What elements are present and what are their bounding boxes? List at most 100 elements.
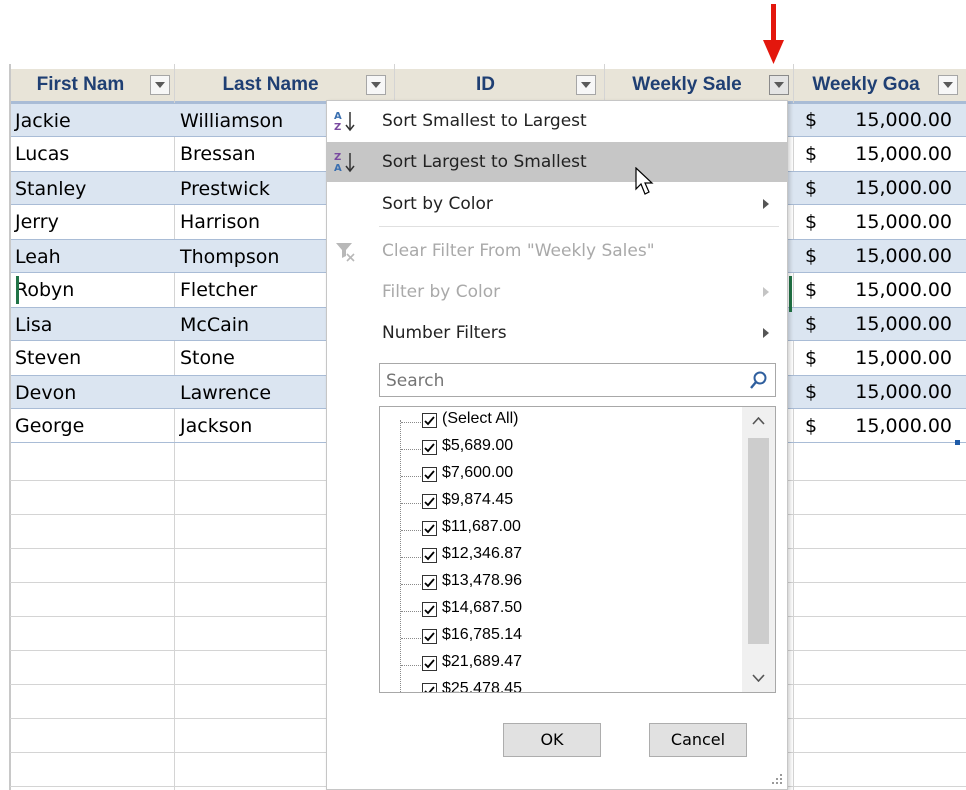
checkbox-checked[interactable] (422, 467, 437, 482)
list-item[interactable]: $21,689.47 (380, 652, 740, 679)
list-item[interactable]: $7,600.00 (380, 463, 740, 490)
checkbox-checked[interactable] (422, 656, 437, 671)
first-name-cell[interactable]: Jerry (15, 205, 59, 239)
list-item[interactable]: $12,346.87 (380, 544, 740, 571)
first-name-cell[interactable]: Lucas (15, 137, 69, 171)
clear-filter-item[interactable]: Clear Filter From "Weekly Sales" (327, 231, 787, 271)
checkbox-checked[interactable] (422, 521, 437, 536)
filter-dropdown-button[interactable] (576, 75, 596, 95)
checkbox-checked[interactable] (422, 440, 437, 455)
list-item-label: $7,600.00 (442, 464, 514, 481)
last-name-cell[interactable]: Harrison (180, 205, 260, 239)
header-weekly-sales[interactable]: Weekly Sale (605, 69, 793, 103)
filter-value-list[interactable]: (Select All) $5,689.00 $7,600.00 $9,874.… (379, 406, 776, 693)
menu-item-label: Sort Largest to Smallest (382, 152, 587, 172)
scrollbar-thumb[interactable] (748, 438, 769, 644)
weekly-goal-cell[interactable]: 15,000.00 (820, 347, 952, 369)
tree-line (401, 557, 421, 558)
clear-filter-icon (336, 243, 355, 262)
currency-symbol: $ (805, 245, 818, 267)
list-item[interactable]: $9,874.45 (380, 490, 740, 517)
header-id[interactable]: ID (395, 69, 604, 103)
last-name-cell[interactable]: Jackson (180, 409, 252, 443)
list-item[interactable]: $25,478.45 (380, 679, 740, 692)
cancel-button[interactable]: Cancel (649, 723, 747, 757)
weekly-goal-cell[interactable]: 15,000.00 (820, 279, 952, 301)
filter-dropdown-button[interactable] (150, 75, 170, 95)
weekly-goal-cell[interactable]: 15,000.00 (820, 109, 952, 131)
weekly-goal-cell[interactable]: 15,000.00 (820, 415, 952, 437)
last-name-cell[interactable]: Stone (180, 341, 235, 375)
list-item[interactable]: $14,687.50 (380, 598, 740, 625)
header-label: ID (476, 74, 495, 95)
last-name-cell[interactable]: McCain (180, 308, 249, 342)
last-name-cell[interactable]: Prestwick (180, 172, 270, 206)
list-scrollbar[interactable] (742, 407, 775, 692)
header-label: First Nam (36, 74, 125, 95)
checkmark-icon (424, 578, 435, 588)
checkmark-icon (424, 632, 435, 642)
weekly-goal-cell[interactable]: 15,000.00 (820, 245, 952, 267)
list-item-label: $13,478.96 (442, 572, 523, 589)
list-item[interactable]: $13,478.96 (380, 571, 740, 598)
checkbox-checked[interactable] (422, 602, 437, 617)
sort-by-color-item[interactable]: Sort by Color (327, 184, 787, 224)
first-name-cell[interactable]: Lisa (15, 308, 52, 342)
weekly-goal-cell[interactable]: 15,000.00 (820, 143, 952, 165)
sort-descending-item[interactable]: Z A Sort Largest to Smallest (327, 142, 787, 195)
number-filters-item[interactable]: Number Filters (327, 313, 787, 353)
scroll-up-icon[interactable] (752, 417, 765, 425)
dropdown-arrow-icon (943, 82, 953, 88)
filter-by-color-item[interactable]: Filter by Color (327, 272, 787, 312)
header-weekly-goal[interactable]: Weekly Goa (794, 69, 966, 103)
search-box[interactable] (379, 363, 776, 397)
weekly-goal-cell[interactable]: 15,000.00 (820, 381, 952, 403)
last-name-cell[interactable]: Fletcher (180, 273, 257, 307)
currency-symbol: $ (805, 211, 818, 233)
first-name-cell[interactable]: Devon (15, 376, 76, 410)
ok-button[interactable]: OK (503, 723, 601, 757)
svg-text:A: A (334, 111, 342, 122)
last-name-cell[interactable]: Lawrence (180, 376, 271, 410)
resize-grip-icon[interactable] (771, 773, 783, 785)
list-item-label: (Select All) (442, 410, 519, 427)
search-input[interactable] (384, 368, 738, 394)
checkbox-checked[interactable] (422, 683, 437, 692)
weekly-goal-cell[interactable]: 15,000.00 (820, 313, 952, 335)
first-name-cell[interactable]: Steven (15, 341, 81, 375)
header-first-name[interactable]: First Nam (11, 69, 174, 103)
tree-line (401, 638, 421, 639)
currency-symbol: $ (805, 109, 818, 131)
filter-dropdown-button[interactable] (366, 75, 386, 95)
last-name-cell[interactable]: Williamson (180, 104, 283, 138)
list-item[interactable]: $11,687.00 (380, 517, 740, 544)
last-name-cell[interactable]: Bressan (180, 137, 256, 171)
filter-dropdown-button[interactable] (769, 75, 789, 95)
checkbox-checked[interactable] (422, 548, 437, 563)
last-name-cell[interactable]: Thompson (180, 240, 279, 274)
checkbox-checked[interactable] (422, 494, 437, 509)
list-item[interactable]: $5,689.00 (380, 436, 740, 463)
sort-ascending-item[interactable]: A Z Sort Smallest to Largest (327, 101, 787, 141)
header-label: Last Name (222, 74, 319, 95)
first-name-cell[interactable]: George (15, 409, 84, 443)
checkbox-checked[interactable] (422, 575, 437, 590)
first-name-cell[interactable]: Leah (15, 240, 61, 274)
first-name-cell[interactable]: Jackie (15, 104, 71, 138)
checkbox-checked[interactable] (422, 629, 437, 644)
svg-text:Z: Z (334, 152, 341, 163)
scroll-down-icon[interactable] (752, 674, 765, 682)
filter-dropdown-button[interactable] (938, 75, 958, 95)
list-item[interactable]: (Select All) (380, 409, 740, 436)
header-last-name[interactable]: Last Name (175, 69, 394, 103)
list-item[interactable]: $16,785.14 (380, 625, 740, 652)
currency-symbol: $ (805, 415, 818, 437)
weekly-goal-cell[interactable]: 15,000.00 (820, 211, 952, 233)
menu-item-label: Sort by Color (382, 194, 493, 214)
first-name-cell[interactable]: Robyn (15, 273, 74, 307)
checkbox-checked[interactable] (422, 413, 437, 428)
tree-line (401, 476, 421, 477)
first-name-cell[interactable]: Stanley (15, 172, 86, 206)
fill-handle[interactable] (955, 440, 960, 445)
weekly-goal-cell[interactable]: 15,000.00 (820, 177, 952, 199)
